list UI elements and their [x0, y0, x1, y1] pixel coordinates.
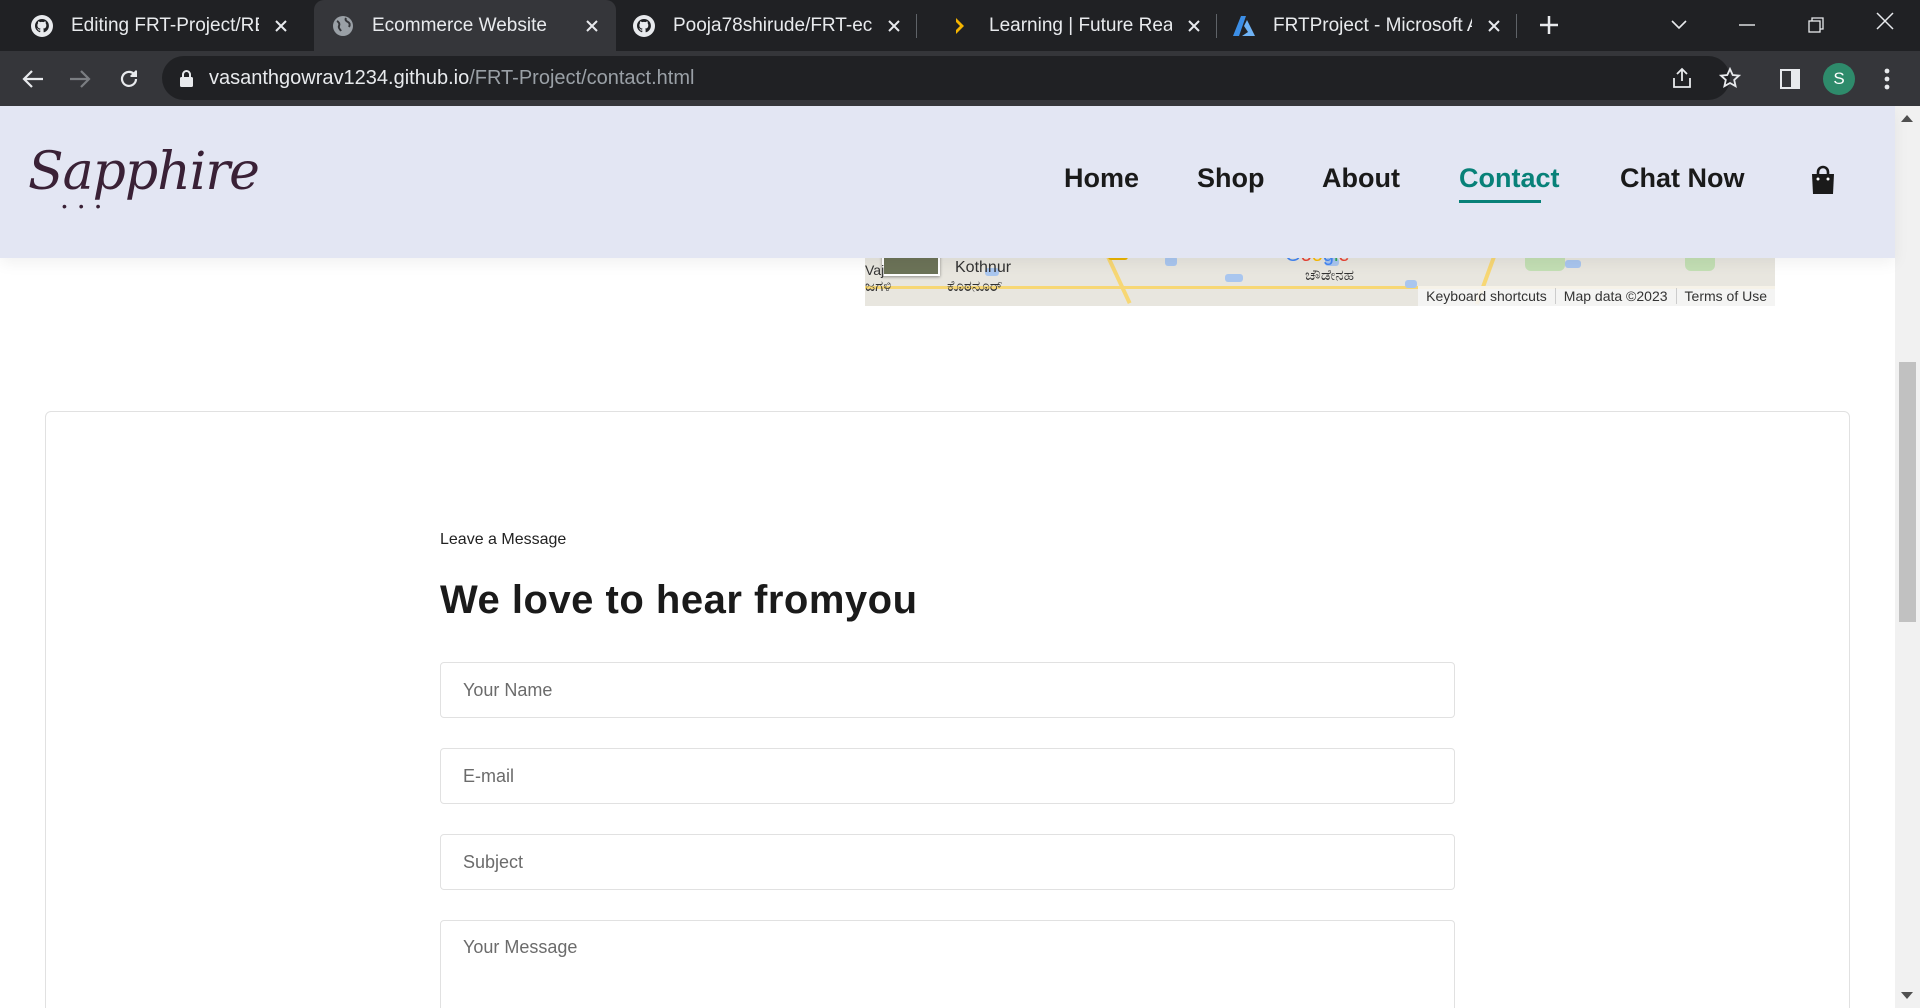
- reload-icon: [120, 70, 138, 87]
- restore-button[interactable]: [1799, 8, 1833, 42]
- tab-separator: [916, 14, 917, 38]
- azure-icon: [1232, 14, 1256, 38]
- new-tab-button[interactable]: [1532, 8, 1566, 42]
- lock-icon[interactable]: [180, 69, 193, 87]
- tab-ecommerce-website[interactable]: Ecommerce Website: [314, 0, 616, 51]
- scroll-thumb[interactable]: [1899, 362, 1916, 622]
- browser-tab-strip: Editing FRT-Project/README Ecommerce Web…: [0, 0, 1920, 51]
- share-icon[interactable]: [1670, 66, 1694, 90]
- restore-icon: [1808, 17, 1824, 33]
- back-button[interactable]: [16, 62, 50, 96]
- tab-separator: [1216, 14, 1217, 38]
- url-host: vasanthgowrav1234.github.io: [209, 66, 470, 89]
- close-icon: [1876, 12, 1894, 30]
- scroll-up-arrow[interactable]: [1901, 115, 1913, 122]
- tab-search-button[interactable]: [1662, 8, 1696, 42]
- nav-home[interactable]: Home: [1064, 163, 1139, 194]
- tab-frtproject-azure[interactable]: FRTProject - Microsoft Azu: [1218, 0, 1518, 51]
- menu-button[interactable]: [1870, 62, 1904, 96]
- close-icon[interactable]: [269, 14, 293, 38]
- map-label: Kothnur: [955, 259, 1012, 276]
- tab-pooja-frt-ecom[interactable]: Pooja78shirude/FRT-ecom: [618, 0, 918, 51]
- url-path: /FRT-Project/contact.html: [469, 66, 695, 89]
- side-panel-button[interactable]: [1773, 62, 1807, 96]
- arrow-right-icon: [70, 70, 91, 88]
- close-window-button[interactable]: [1868, 4, 1902, 38]
- email-input[interactable]: [440, 748, 1455, 804]
- address-bar[interactable]: vasanthgowrav1234.github.io/FRT-Project/…: [162, 56, 1741, 100]
- terms-of-use-link[interactable]: Terms of Use: [1675, 288, 1775, 304]
- chevron-down-icon: [1671, 20, 1687, 30]
- tab-title: Pooja78shirude/FRT-ecom: [673, 14, 872, 36]
- nav-active-underline: [1459, 200, 1541, 203]
- logo-ornament: • • •: [62, 198, 105, 214]
- nav-shop[interactable]: Shop: [1197, 163, 1265, 194]
- forward-button[interactable]: [63, 62, 97, 96]
- plus-icon: [1540, 16, 1558, 34]
- map-footer: Keyboard shortcuts Map data ©2023 Terms …: [1418, 286, 1775, 306]
- map-label: ಕೊಠನೂರ್: [947, 278, 1003, 295]
- tab-title: Editing FRT-Project/README: [71, 14, 259, 36]
- nav-contact[interactable]: Contact: [1459, 163, 1560, 194]
- subject-input[interactable]: [440, 834, 1455, 890]
- map-label: ಜಗಳಿ: [865, 278, 892, 295]
- page-viewport: 44 Kothnur ಕೊಠನೂರ್ ಚೌಡೇನಹ ತಿಯಪ ಜಗಳಿ Vaj …: [0, 106, 1920, 1008]
- keyboard-shortcuts-link[interactable]: Keyboard shortcuts: [1418, 288, 1555, 304]
- site-header: Sapphire • • • Home Shop About Contact C…: [0, 106, 1895, 258]
- map-label: ಚೌಡೇನಹ: [1305, 267, 1355, 284]
- scroll-down-arrow[interactable]: [1901, 992, 1913, 999]
- browser-toolbar: vasanthgowrav1234.github.io/FRT-Project/…: [0, 51, 1920, 106]
- close-icon[interactable]: [1182, 14, 1206, 38]
- name-input[interactable]: [440, 662, 1455, 718]
- tab-title: Learning | Future Ready Ta: [989, 14, 1172, 36]
- tab-title: Ecommerce Website: [372, 14, 547, 36]
- reload-button[interactable]: [112, 62, 146, 96]
- arrow-left-icon: [22, 70, 43, 88]
- map-water: [1405, 280, 1417, 288]
- close-icon[interactable]: [1482, 14, 1506, 38]
- tab-separator: [1516, 14, 1517, 38]
- message-textarea[interactable]: [440, 920, 1455, 1008]
- map-water: [1565, 260, 1581, 268]
- globe-icon: [331, 14, 355, 38]
- map-water: [1225, 274, 1243, 282]
- close-icon[interactable]: [580, 14, 604, 38]
- minimize-button[interactable]: [1730, 8, 1764, 42]
- more-vert-icon: [1884, 68, 1890, 90]
- shopping-bag-icon[interactable]: [1810, 165, 1836, 195]
- nav-about[interactable]: About: [1322, 163, 1400, 194]
- side-panel-icon: [1780, 69, 1800, 89]
- github-icon: [30, 14, 54, 38]
- form-eyebrow: Leave a Message: [440, 531, 567, 548]
- nav-chat-now[interactable]: Chat Now: [1620, 163, 1745, 194]
- tab-editing-readme[interactable]: Editing FRT-Project/README: [0, 0, 305, 51]
- minimize-icon: [1739, 24, 1755, 26]
- github-icon: [632, 14, 656, 38]
- map-data-text: Map data ©2023: [1554, 288, 1676, 304]
- profile-avatar[interactable]: S: [1823, 63, 1855, 95]
- close-icon[interactable]: [882, 14, 906, 38]
- bookmark-star-icon[interactable]: [1718, 66, 1742, 90]
- form-heading: We love to hear fromyou: [440, 578, 918, 622]
- page-scrollbar[interactable]: [1895, 106, 1920, 1008]
- tab-learning-future-ready[interactable]: Learning | Future Ready Ta: [918, 0, 1218, 51]
- map-label: Vaj: [865, 262, 885, 278]
- site-logo[interactable]: Sapphire: [28, 142, 260, 202]
- learning-icon: [948, 14, 972, 38]
- tab-title: FRTProject - Microsoft Azu: [1273, 14, 1472, 36]
